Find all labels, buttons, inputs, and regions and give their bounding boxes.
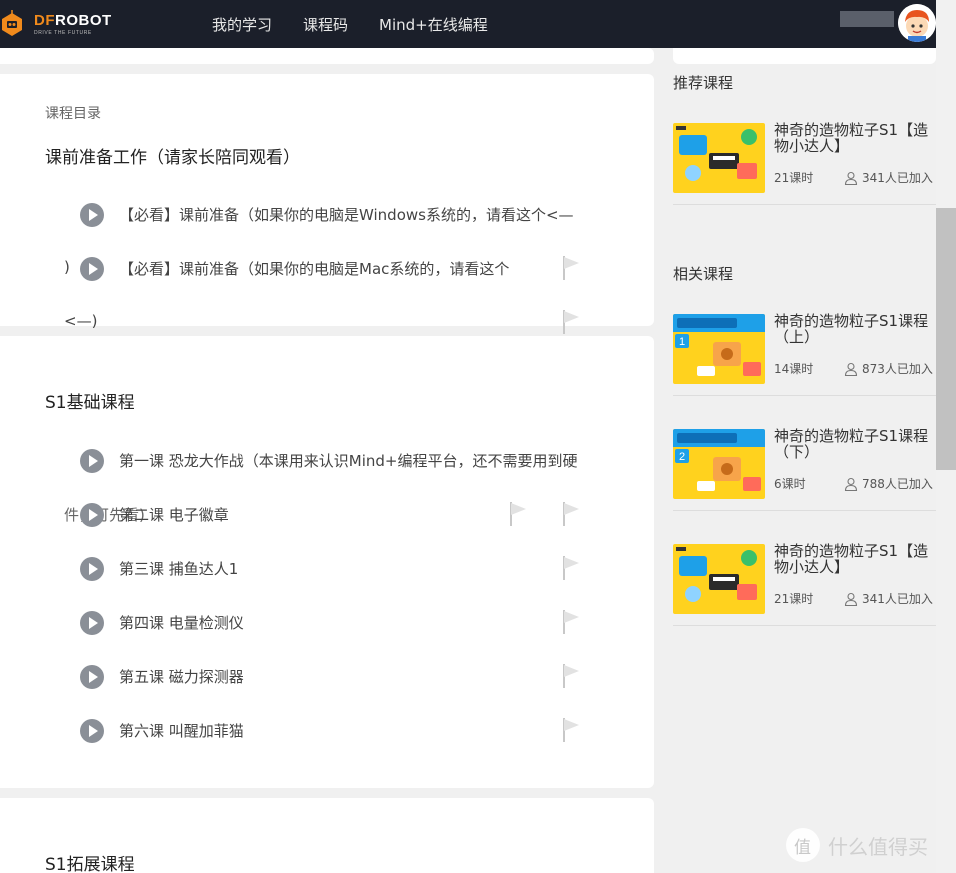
lesson-title[interactable]: 第二课 电子徽章: [119, 504, 229, 525]
user-icon: [844, 592, 858, 606]
play-icon[interactable]: [80, 611, 104, 635]
course-hours: 21课时: [774, 592, 814, 606]
catalog-card-s1-basic: S1基础课程 第一课 恐龙大作战（本课用来认识Mind+编程平台，还不需要用到硬…: [0, 336, 654, 788]
play-icon[interactable]: [80, 557, 104, 581]
main-nav: 我的学习 课程码 Mind+在线编程: [212, 0, 519, 48]
flag-icon[interactable]: [562, 501, 580, 527]
lesson-title[interactable]: 第四课 电量检测仪: [119, 612, 244, 633]
lesson-row[interactable]: 第一课 恐龙大作战（本课用来认识Mind+编程平台，还不需要用到硬: [0, 441, 654, 481]
lesson-row[interactable]: ) 【必看】课前准备（如果你的电脑是Mac系统的，请看这个: [0, 249, 654, 289]
course-thumbnail[interactable]: 1: [673, 314, 765, 384]
course-hours: 14课时: [774, 362, 814, 376]
lesson-title[interactable]: 第一课 恐龙大作战（本课用来认识Mind+编程平台，还不需要用到硬: [119, 450, 577, 471]
lesson-title-wrap: <—): [64, 312, 98, 330]
lesson-row[interactable]: 第三课 捕鱼达人1: [0, 549, 654, 589]
lesson-row[interactable]: 第四课 电量检测仪: [0, 603, 654, 643]
avatar-boy-icon: [898, 4, 936, 42]
course-thumbnail[interactable]: [673, 544, 765, 614]
nav-course-code[interactable]: 课程码: [303, 14, 348, 35]
dfrobot-logo[interactable]: DFROBOT DRIVE THE FUTURE: [0, 8, 112, 40]
course-joined: 341人已加入: [844, 169, 933, 186]
flag-icon[interactable]: [562, 609, 580, 635]
play-icon[interactable]: [80, 665, 104, 689]
recommended-heading: 推荐课程: [673, 74, 734, 92]
flag-icon[interactable]: [562, 555, 580, 581]
sidebar-previous-card-bottom: [673, 48, 936, 64]
lesson-row[interactable]: 第六课 叫醒加菲猫: [0, 711, 654, 751]
course-joined: 788人已加入: [844, 475, 933, 492]
flag-icon[interactable]: [562, 717, 580, 743]
section-title-s1-basic: S1基础课程: [45, 393, 135, 413]
flag-icon[interactable]: [562, 309, 580, 335]
catalog-card-prep: 课程目录 课前准备工作（请家长陪同观看） 【必看】课前准备（如果你的电脑是Win…: [0, 74, 654, 334]
course-title[interactable]: 神奇的造物粒子S1课程（上）: [774, 313, 940, 345]
robot-logo-icon: [2, 10, 22, 36]
logo-tagline: DRIVE THE FUTURE: [34, 29, 92, 36]
lesson-row[interactable]: 件，可先看) 第二课 电子徽章: [0, 495, 654, 535]
course-joined: 873人已加入: [844, 360, 933, 377]
course-thumbnail[interactable]: [673, 123, 765, 193]
lesson-title-wrap: ): [64, 258, 70, 276]
previous-card-bottom: [0, 48, 654, 64]
play-icon[interactable]: [80, 257, 104, 281]
course-title[interactable]: 神奇的造物粒子S1课程（下）: [774, 428, 940, 460]
catalog-label: 课程目录: [45, 106, 101, 122]
lesson-title[interactable]: 第五课 磁力探测器: [119, 666, 244, 687]
flag-icon[interactable]: [509, 501, 527, 527]
play-icon[interactable]: [80, 503, 104, 527]
watermark-text: 什么值得买: [828, 834, 928, 859]
related-course-card[interactable]: 1 神奇的造物粒子S1课程（上） 14课时 873人已加入: [673, 313, 936, 396]
course-part-badge: 1: [679, 336, 685, 348]
logo-wordmark: DFROBOT: [34, 11, 112, 29]
course-joined: 341人已加入: [844, 590, 933, 607]
play-icon[interactable]: [80, 449, 104, 473]
nav-my-learning[interactable]: 我的学习: [212, 14, 272, 35]
course-part-badge: 2: [679, 451, 685, 463]
watermark: 什么值得买: [786, 828, 928, 862]
course-thumbnail[interactable]: 2: [673, 429, 765, 499]
watermark-badge-icon: [786, 828, 820, 862]
lesson-title[interactable]: 第三课 捕鱼达人1: [119, 558, 238, 579]
nav-mind-online[interactable]: Mind+在线编程: [379, 14, 488, 35]
related-course-card[interactable]: 神奇的造物粒子S1【造物小达人】 21课时 341人已加入: [673, 543, 936, 626]
user-icon: [844, 171, 858, 185]
course-title[interactable]: 神奇的造物粒子S1【造物小达人】: [774, 543, 940, 575]
course-hours: 6课时: [774, 477, 806, 491]
flag-icon[interactable]: [562, 255, 580, 281]
lesson-row[interactable]: 第五课 磁力探测器: [0, 657, 654, 697]
section-title-s1-extended: S1拓展课程: [45, 855, 135, 873]
user-icon: [844, 362, 858, 376]
section-title-prep: 课前准备工作（请家长陪同观看）: [45, 148, 300, 168]
lesson-title[interactable]: 第六课 叫醒加菲猫: [119, 720, 244, 741]
flag-icon[interactable]: [562, 663, 580, 689]
username-redacted[interactable]: [840, 11, 894, 27]
user-icon: [844, 477, 858, 491]
top-navbar: DFROBOT DRIVE THE FUTURE 我的学习 课程码 Mind+在…: [0, 0, 936, 48]
play-icon[interactable]: [80, 719, 104, 743]
related-course-card[interactable]: 2 神奇的造物粒子S1课程（下） 6课时 788人已加入: [673, 428, 936, 511]
recommended-course-card[interactable]: 神奇的造物粒子S1【造物小达人】 21课时 341人已加入: [673, 122, 936, 205]
lesson-title[interactable]: 【必看】课前准备（如果你的电脑是Mac系统的，请看这个: [119, 258, 509, 279]
course-hours: 21课时: [774, 171, 814, 185]
course-title[interactable]: 神奇的造物粒子S1【造物小达人】: [774, 122, 940, 154]
lesson-title[interactable]: 【必看】课前准备（如果你的电脑是Windows系统的，请看这个<—: [119, 204, 574, 225]
lesson-row[interactable]: 【必看】课前准备（如果你的电脑是Windows系统的，请看这个<—: [0, 195, 654, 235]
avatar[interactable]: [898, 4, 936, 42]
scrollbar-thumb[interactable]: [936, 208, 956, 470]
play-icon[interactable]: [80, 203, 104, 227]
related-heading: 相关课程: [673, 265, 734, 283]
catalog-card-s1-extended: S1拓展课程: [0, 798, 654, 873]
